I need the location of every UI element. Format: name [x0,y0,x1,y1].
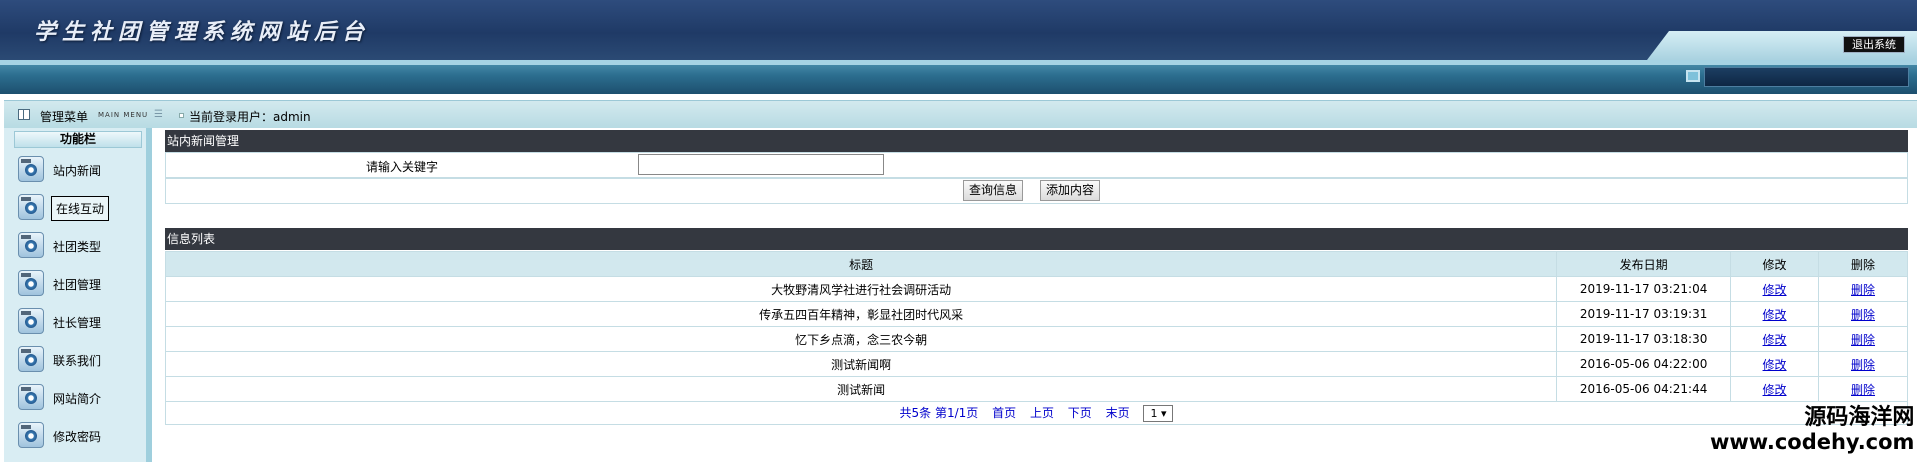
logout-button[interactable]: 退出系统 [1843,36,1905,53]
top-header: 学生社团管理系统网站后台 退出系统 [0,0,1917,60]
edit-link[interactable]: 修改 [1763,333,1787,347]
settings-gear-icon [18,232,44,258]
menu-toggle-icon[interactable]: ☰ [154,109,163,120]
page-select[interactable]: 1 ▾ [1143,405,1174,422]
sidebar-item-label: 联系我们 [53,354,102,368]
settings-gear-icon [18,194,44,220]
current-user-label: 当前登录用户：admin [189,110,311,124]
settings-gear-icon [18,384,44,410]
table-row: 忆下乡点滴，念三农今朝 2019-11-17 03:18:30 修改 删除 [164,326,1908,352]
table-row: 大牧野清风学社进行社会调研活动 2019-11-17 03:21:04 修改 删… [164,276,1908,302]
sidebar-item-president-manage[interactable]: 社长管理 [16,306,144,336]
next-page-link[interactable]: 下页 [1068,406,1092,420]
sidebar: 功能栏 站内新闻 在线互动 社团类型 社团管理 社长管理 联系我们 网站简介 修… [4,128,152,462]
settings-gear-icon [18,308,44,334]
header-band [0,60,1917,94]
edit-link[interactable]: 修改 [1763,383,1787,397]
menu-panel-icon [18,109,30,120]
cell-title: 忆下乡点滴，念三农今朝 [164,326,1558,352]
query-button[interactable]: 查询信息 [963,180,1024,201]
edit-link[interactable]: 修改 [1763,308,1787,322]
page-summary: 共5条 第1/1页 [899,406,979,420]
cell-date: 2019-11-17 03:21:04 [1556,276,1732,302]
sidebar-item-club-manage[interactable]: 社团管理 [16,268,144,298]
delete-link[interactable]: 删除 [1851,333,1875,347]
band-stripe [0,60,1917,65]
keyword-row: 请输入关键字 [165,152,1908,178]
monitor-icon [1686,70,1700,82]
watermark-line-1: 源码海洋网 [1804,405,1915,430]
app-title: 学生社团管理系统网站后台 [34,19,371,45]
sidebar-item-label: 社长管理 [53,316,102,330]
sidebar-item-site-intro[interactable]: 网站简介 [16,382,144,412]
sidebar-item-label: 社团管理 [53,278,102,292]
cell-date: 2016-05-06 04:22:00 [1556,351,1732,377]
sidebar-header: 功能栏 [14,131,142,148]
pagination: 共5条 第1/1页 首页 上页 下页 末页 1 ▾ [165,401,1908,425]
news-manage-header: 站内新闻管理 [165,130,1908,152]
menu-bar: 管理菜单 MAIN MENU ☰ 当前登录用户：admin [4,100,1917,128]
edit-link[interactable]: 修改 [1763,283,1787,297]
watermark: 源码海洋网 www.codehy.com [1710,405,1914,455]
table-row: 测试新闻啊 2016-05-06 04:22:00 修改 删除 [164,351,1908,377]
cell-date: 2016-05-06 04:21:44 [1556,376,1732,402]
search-actions-row: 查询信息 添加内容 [165,178,1908,204]
cell-title: 大牧野清风学社进行社会调研活动 [164,276,1558,302]
add-content-button[interactable]: 添加内容 [1040,180,1101,201]
edit-link[interactable]: 修改 [1763,358,1787,372]
settings-gear-icon [18,270,44,296]
main-content: 站内新闻管理 请输入关键字 查询信息 添加内容 信息列表 标题 发布日期 修改 … [164,128,1909,462]
delete-link[interactable]: 删除 [1851,308,1875,322]
cell-title: 测试新闻啊 [164,351,1558,377]
delete-link[interactable]: 删除 [1851,358,1875,372]
bullet-icon [179,113,184,118]
sidebar-item-label: 社团类型 [53,240,102,254]
sidebar-item-label: 在线互动 [51,196,110,221]
column-header-edit: 修改 [1730,251,1820,277]
column-header-delete: 删除 [1818,251,1908,277]
settings-gear-icon [18,156,44,182]
sidebar-item-club-type[interactable]: 社团类型 [16,230,144,260]
header-status-bar [1704,67,1909,87]
sidebar-item-label: 站内新闻 [53,164,102,178]
column-header-date: 发布日期 [1556,251,1732,277]
cell-date: 2019-11-17 03:18:30 [1556,326,1732,352]
sidebar-item-change-password[interactable]: 修改密码 [16,420,144,450]
settings-gear-icon [18,422,44,448]
sidebar-item-news[interactable]: 站内新闻 [16,154,144,184]
table-row: 传承五四百年精神，彰显社团时代风采 2019-11-17 03:19:31 修改… [164,301,1908,327]
delete-link[interactable]: 删除 [1851,383,1875,397]
last-page-link[interactable]: 末页 [1106,406,1130,420]
delete-link[interactable]: 删除 [1851,283,1875,297]
info-list-header: 信息列表 [165,228,1908,250]
sidebar-item-label: 修改密码 [53,430,102,444]
watermark-line-2: www.codehy.com [1710,430,1915,454]
column-header-title: 标题 [164,251,1558,277]
sidebar-item-contact[interactable]: 联系我们 [16,344,144,374]
keyword-input[interactable] [638,154,884,175]
settings-gear-icon [18,346,44,372]
table-row: 测试新闻 2016-05-06 04:21:44 修改 删除 [164,376,1908,402]
sidebar-item-interaction[interactable]: 在线互动 [16,192,144,222]
sidebar-item-label: 网站简介 [53,392,102,406]
cell-title: 传承五四百年精神，彰显社团时代风采 [164,301,1558,327]
info-table: 标题 发布日期 修改 删除 大牧野清风学社进行社会调研活动 2019-11-17… [164,251,1908,402]
menu-title: 管理菜单 [40,110,89,124]
keyword-label: 请输入关键字 [366,160,439,174]
table-header-row: 标题 发布日期 修改 删除 [164,251,1908,277]
first-page-link[interactable]: 首页 [992,406,1016,420]
prev-page-link[interactable]: 上页 [1030,406,1054,420]
menu-subtitle: MAIN MENU [98,111,149,119]
cell-date: 2019-11-17 03:19:31 [1556,301,1732,327]
cell-title: 测试新闻 [164,376,1558,402]
